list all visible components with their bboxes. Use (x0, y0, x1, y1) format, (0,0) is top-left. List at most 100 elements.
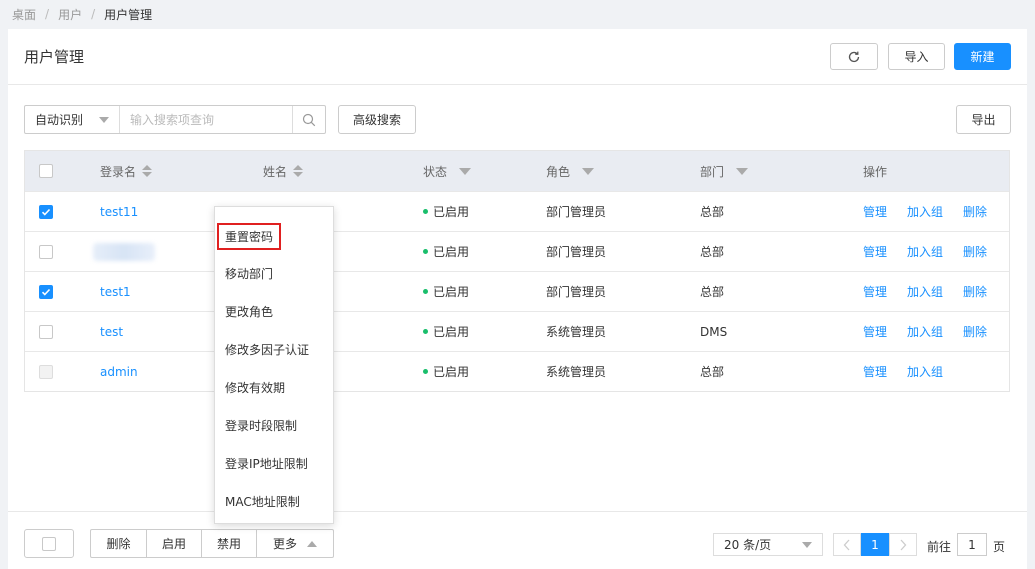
join-group-link[interactable]: 加入组 (907, 272, 943, 311)
column-dept[interactable]: 部门 (700, 151, 749, 191)
breadcrumb: 桌面 / 用户 / 用户管理 (12, 6, 152, 22)
join-group-link[interactable]: 加入组 (907, 232, 943, 271)
bulk-more-button[interactable]: 更多 (257, 530, 333, 557)
check-icon (41, 208, 51, 216)
chevron-up-icon (307, 540, 317, 547)
column-name-label: 姓名 (263, 164, 288, 179)
delete-link[interactable]: 删除 (963, 192, 987, 231)
delete-link[interactable]: 删除 (963, 312, 987, 351)
table-row: test1 已启用 部门管理员 总部 管理 加入组 删除 (25, 271, 1009, 311)
column-role[interactable]: 角色 (546, 151, 595, 191)
status-cell: 已启用 (423, 272, 469, 311)
menu-item-modify-mfa[interactable]: 修改多因子认证 (215, 330, 333, 368)
dept-cell: 总部 (700, 205, 725, 219)
column-ops: 操作 (863, 164, 888, 179)
row-checkbox[interactable] (39, 272, 53, 311)
advanced-search-button[interactable]: 高级搜索 (338, 105, 416, 134)
next-page-button[interactable] (889, 533, 917, 556)
bulk-delete-button[interactable]: 删除 (91, 530, 147, 557)
footer-select-all-checkbox[interactable] (24, 529, 74, 558)
menu-item-login-ip-limit[interactable]: 登录IP地址限制 (215, 444, 333, 482)
menu-item-login-time-limit[interactable]: 登录时段限制 (215, 406, 333, 444)
import-button[interactable]: 导入 (888, 43, 945, 70)
menu-item-modify-validity[interactable]: 修改有效期 (215, 368, 333, 406)
column-name[interactable]: 姓名 (263, 151, 304, 191)
page-size-select[interactable]: 20 条/页 (713, 533, 823, 556)
users-table: 登录名 姓名 状态 角色 部门 操作 test11 已启用 部门管理员 总部 管… (24, 150, 1010, 392)
bulk-action-group: 删除 启用 禁用 更多 (90, 529, 334, 558)
main-panel: 用户管理 导入 新建 自动识别 高级搜索 导出 登录名 (8, 29, 1027, 569)
select-all-checkbox[interactable] (39, 151, 53, 191)
chevron-down-icon (99, 117, 109, 123)
row-checkbox-disabled (39, 352, 53, 391)
prev-page-button[interactable] (833, 533, 861, 556)
sort-icon[interactable] (142, 165, 153, 177)
check-icon (41, 288, 51, 296)
manage-link[interactable]: 管理 (863, 312, 887, 351)
manage-link[interactable]: 管理 (863, 232, 887, 271)
search-mode-select[interactable]: 自动识别 (25, 106, 120, 133)
join-group-link[interactable]: 加入组 (907, 352, 943, 391)
role-cell: 部门管理员 (546, 285, 607, 299)
status-cell: 已启用 (423, 192, 469, 231)
table-row: 已启用 部门管理员 总部 管理 加入组 删除 (25, 231, 1009, 271)
table-row: admin 已启用 系统管理员 总部 管理 加入组 (25, 351, 1009, 391)
menu-item-mac-limit[interactable]: MAC地址限制 (215, 482, 333, 520)
breadcrumb-users[interactable]: 用户 (58, 6, 82, 23)
filter-icon[interactable] (736, 167, 749, 175)
menu-item-change-role[interactable]: 更改角色 (215, 292, 333, 330)
filter-icon[interactable] (582, 167, 595, 175)
search-input[interactable] (120, 106, 292, 133)
status-label: 已启用 (433, 325, 470, 339)
chevron-right-icon (900, 539, 907, 550)
status-label: 已启用 (433, 365, 470, 379)
search-mode-label: 自动识别 (35, 113, 84, 127)
new-button[interactable]: 新建 (954, 43, 1011, 70)
column-role-label: 角色 (546, 164, 571, 179)
status-dot-icon (423, 289, 428, 294)
menu-item-move-department[interactable]: 移动部门 (215, 254, 333, 292)
bulk-more-label: 更多 (272, 537, 297, 551)
row-checkbox[interactable] (39, 232, 53, 271)
search-icon (302, 113, 316, 126)
login-link-redacted[interactable] (93, 232, 155, 271)
chevron-left-icon (843, 539, 850, 550)
menu-item-label: 重置密码 (217, 222, 282, 250)
dept-cell: 总部 (700, 365, 725, 379)
refresh-button[interactable] (830, 43, 878, 70)
login-link[interactable]: test1 (100, 272, 131, 311)
row-checkbox[interactable] (39, 192, 53, 231)
goto-page-input[interactable]: 1 (957, 533, 987, 556)
role-cell: 系统管理员 (546, 325, 607, 339)
page-size-label: 20 条/页 (724, 538, 772, 552)
column-status-label: 状态 (423, 164, 448, 179)
join-group-link[interactable]: 加入组 (907, 192, 943, 231)
sort-icon[interactable] (293, 165, 304, 177)
status-dot-icon (423, 369, 428, 374)
login-link[interactable]: test11 (100, 192, 138, 231)
manage-link[interactable]: 管理 (863, 352, 887, 391)
manage-link[interactable]: 管理 (863, 192, 887, 231)
join-group-link[interactable]: 加入组 (907, 312, 943, 351)
search-button[interactable] (292, 106, 325, 133)
bulk-disable-button[interactable]: 禁用 (202, 530, 257, 557)
row-checkbox[interactable] (39, 312, 53, 351)
column-login[interactable]: 登录名 (100, 151, 153, 191)
column-status[interactable]: 状态 (423, 151, 472, 191)
status-label: 已启用 (433, 205, 470, 219)
export-button[interactable]: 导出 (956, 105, 1011, 134)
manage-link[interactable]: 管理 (863, 272, 887, 311)
login-link[interactable]: admin (100, 352, 138, 391)
bulk-enable-button[interactable]: 启用 (147, 530, 202, 557)
delete-link[interactable]: 删除 (963, 272, 987, 311)
menu-item-reset-password[interactable]: 重置密码 (215, 217, 333, 255)
page-number-current[interactable]: 1 (861, 533, 889, 556)
table-row: test 已启用 系统管理员 DMS 管理 加入组 删除 (25, 311, 1009, 351)
more-actions-menu: 重置密码 移动部门 更改角色 修改多因子认证 修改有效期 登录时段限制 登录IP… (214, 206, 334, 524)
login-link[interactable]: test (100, 312, 123, 351)
delete-link[interactable]: 删除 (963, 232, 987, 271)
breadcrumb-separator: / (45, 7, 50, 21)
filter-icon[interactable] (459, 167, 472, 175)
page-title: 用户管理 (24, 48, 85, 66)
breadcrumb-desktop[interactable]: 桌面 (12, 6, 36, 23)
